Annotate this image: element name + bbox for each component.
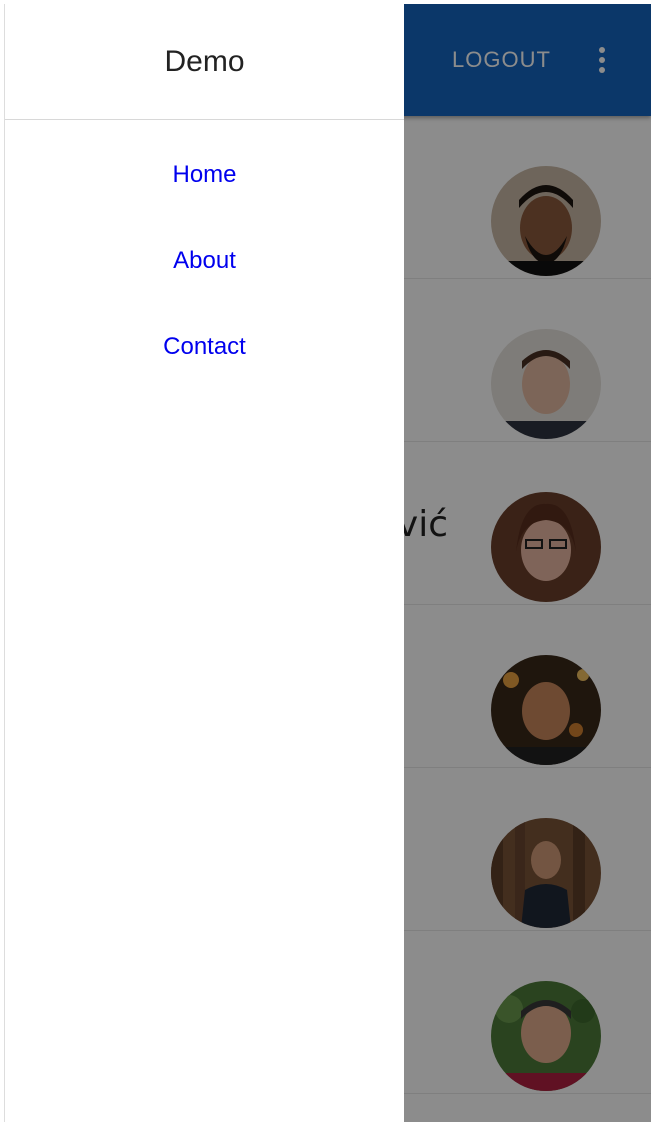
drawer-nav: Home About Contact [5, 120, 404, 362]
drawer-title: Demo [164, 44, 245, 78]
nav-drawer: Demo Home About Contact [4, 4, 404, 1122]
drawer-header: Demo [5, 4, 404, 120]
nav-link-contact[interactable]: Contact [5, 332, 404, 362]
app-screen: LOGOUT vić Demo Home About Contact [4, 4, 651, 1122]
nav-link-about[interactable]: About [5, 246, 404, 276]
nav-link-home[interactable]: Home [5, 160, 404, 190]
